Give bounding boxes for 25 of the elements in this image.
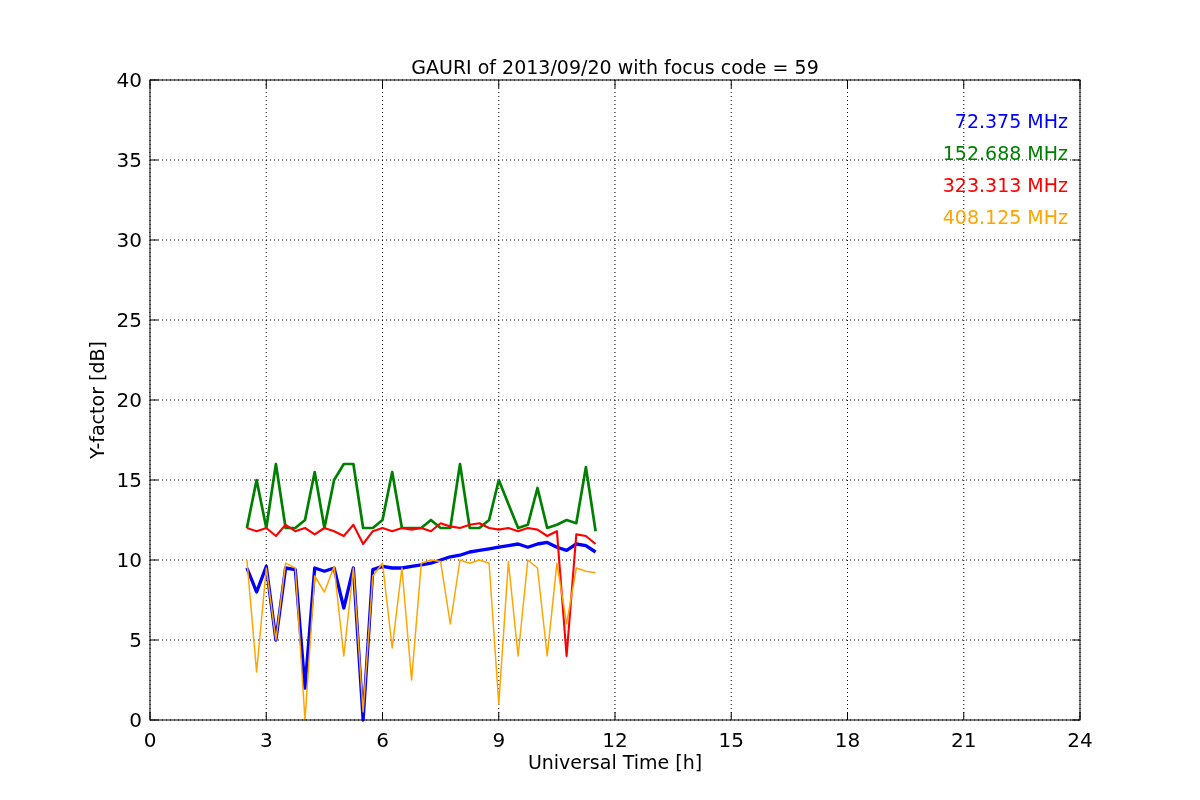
tick-label: 25	[116, 308, 142, 332]
tick-label: 0	[143, 728, 157, 752]
tick-label: 30	[116, 228, 142, 252]
tick-label: 0	[129, 708, 142, 732]
tick-label: 21	[951, 728, 977, 752]
tick-label: 24	[1067, 728, 1093, 752]
legend-label: 152.688 MHz	[942, 142, 1068, 164]
tick-label: 9	[492, 728, 506, 752]
legend-label: 408.125 MHz	[942, 206, 1068, 228]
legend-label: 72.375 MHz	[954, 110, 1068, 132]
axis-label: Y-factor [dB]	[86, 341, 108, 459]
axis-label: Universal Time [h]	[527, 751, 703, 773]
tick-label: 35	[116, 148, 142, 172]
tick-label: 18	[834, 728, 861, 752]
tick-label: 20	[116, 388, 142, 412]
tick-label: 15	[116, 468, 142, 492]
tick-label: 6	[376, 728, 389, 752]
tick-label: 10	[116, 548, 142, 572]
chart-title: GAURI of 2013/09/20 with focus code = 59	[411, 56, 819, 78]
tick-label: 12	[602, 728, 628, 752]
tick-label: 15	[718, 728, 744, 752]
tick-label: 3	[259, 728, 273, 752]
tick-label: 5	[129, 628, 142, 652]
legend-label: 323.313 MHz	[942, 174, 1068, 196]
tick-label: 40	[116, 68, 142, 92]
